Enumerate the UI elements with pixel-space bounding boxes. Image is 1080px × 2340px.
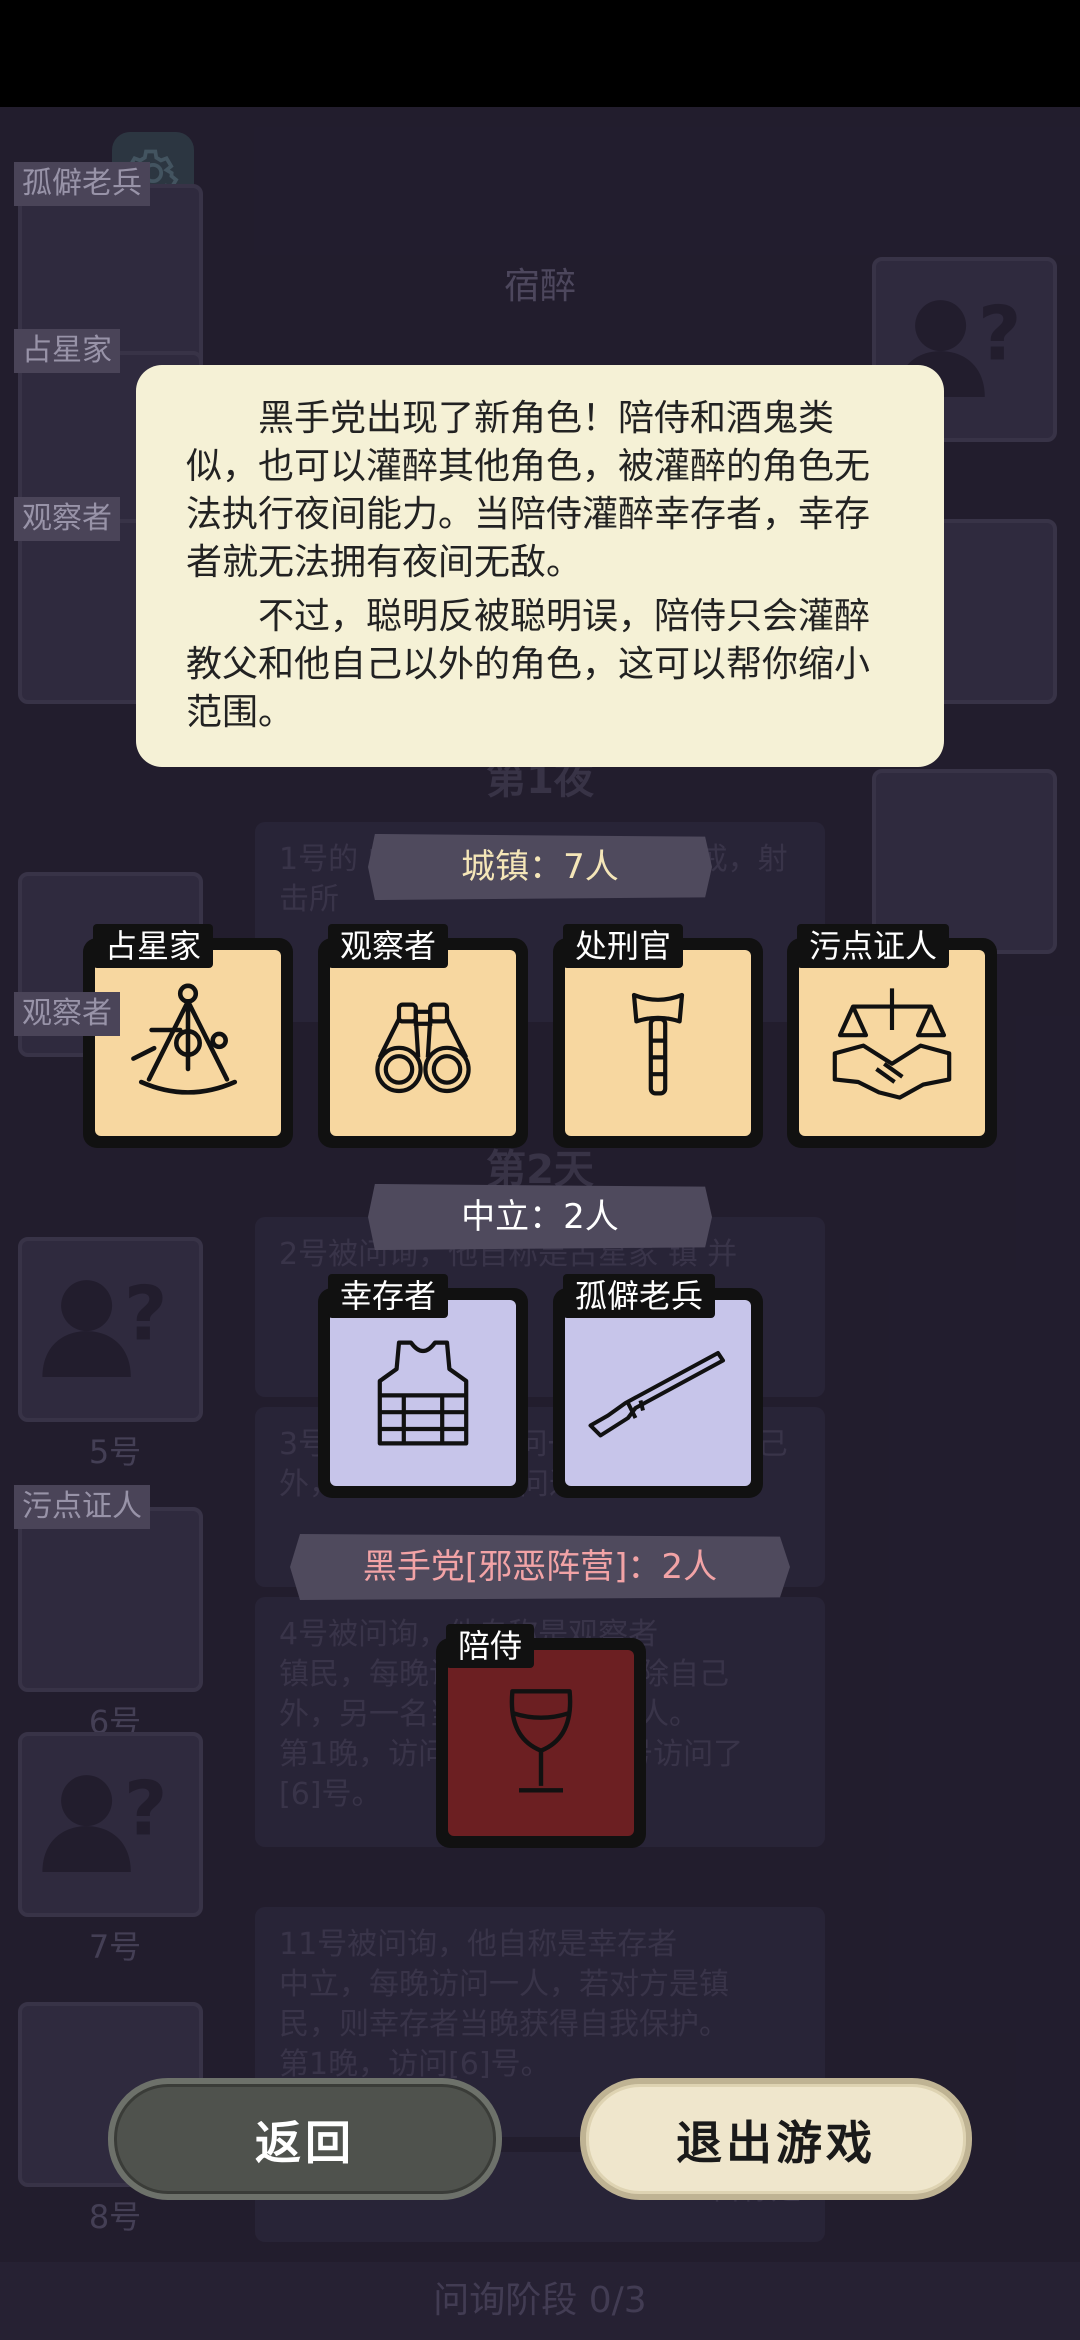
role-name: 占星家 bbox=[93, 924, 214, 968]
seat-name: 占星家 bbox=[14, 329, 120, 373]
town-faction-label: 城镇：7人 bbox=[368, 834, 712, 900]
role-name: 孤僻老兵 bbox=[563, 1274, 716, 1318]
exit-game-button[interactable]: 退出游戏 bbox=[580, 2078, 972, 2200]
wine-glass-icon bbox=[509, 1689, 573, 1793]
role-card-observer[interactable]: 观察者 bbox=[318, 924, 528, 1148]
card-art bbox=[330, 950, 516, 1136]
role-card-veteran[interactable]: 孤僻老兵 bbox=[553, 1274, 763, 1498]
status-bar bbox=[0, 0, 1080, 107]
binoculars-icon bbox=[375, 1002, 471, 1094]
role-card-survivor[interactable]: 幸存者 bbox=[318, 1274, 528, 1498]
dialog-paragraph-2: 不过，聪明反被聪明误，陪侍只会灌醉教父和他自己以外的角色，这可以帮你缩小范围。 bbox=[186, 596, 871, 733]
role-card-witness[interactable]: 污点证人 bbox=[787, 924, 997, 1148]
card-art bbox=[565, 1300, 751, 1486]
dialog-paragraph-1: 黑手党出现了新角色！陪侍和酒鬼类似，也可以灌醉其他角色，被灌醉的角色无法执行夜间… bbox=[186, 398, 871, 583]
tutorial-dialog[interactable]: 黑手党出现了新角色！陪侍和酒鬼类似，也可以灌醉其他角色，被灌醉的角色无法执行夜间… bbox=[136, 365, 944, 767]
sextant-icon bbox=[131, 983, 238, 1095]
card-art bbox=[799, 950, 985, 1136]
vest-icon bbox=[377, 1340, 469, 1446]
seat-name: 孤僻老兵 bbox=[14, 162, 150, 206]
card-art bbox=[565, 950, 751, 1136]
back-button[interactable]: 返回 bbox=[108, 2078, 502, 2200]
card-art bbox=[448, 1650, 634, 1836]
role-card-escort[interactable]: 陪侍 bbox=[436, 1624, 646, 1848]
role-name: 陪侍 bbox=[446, 1624, 535, 1668]
seat-name: 污点证人 bbox=[14, 1485, 150, 1529]
seat-name: 观察者 bbox=[14, 992, 120, 1036]
rifle-icon bbox=[588, 1351, 725, 1438]
neutral-faction-label: 中立：2人 bbox=[368, 1184, 712, 1250]
axe-icon bbox=[631, 992, 685, 1096]
role-name: 幸存者 bbox=[328, 1274, 449, 1318]
seat-name: 观察者 bbox=[14, 497, 120, 541]
role-name: 观察者 bbox=[328, 924, 449, 968]
card-art bbox=[330, 1300, 516, 1486]
role-card-astrologer[interactable]: 占星家 bbox=[83, 924, 293, 1148]
role-name: 处刑官 bbox=[563, 924, 684, 968]
mafia-faction-label: 黑手党[邪恶阵营]：2人 bbox=[290, 1534, 790, 1600]
role-name: 污点证人 bbox=[797, 924, 950, 968]
role-card-executioner[interactable]: 处刑官 bbox=[553, 924, 763, 1148]
scales-handshake-icon bbox=[832, 988, 952, 1100]
card-art bbox=[95, 950, 281, 1136]
